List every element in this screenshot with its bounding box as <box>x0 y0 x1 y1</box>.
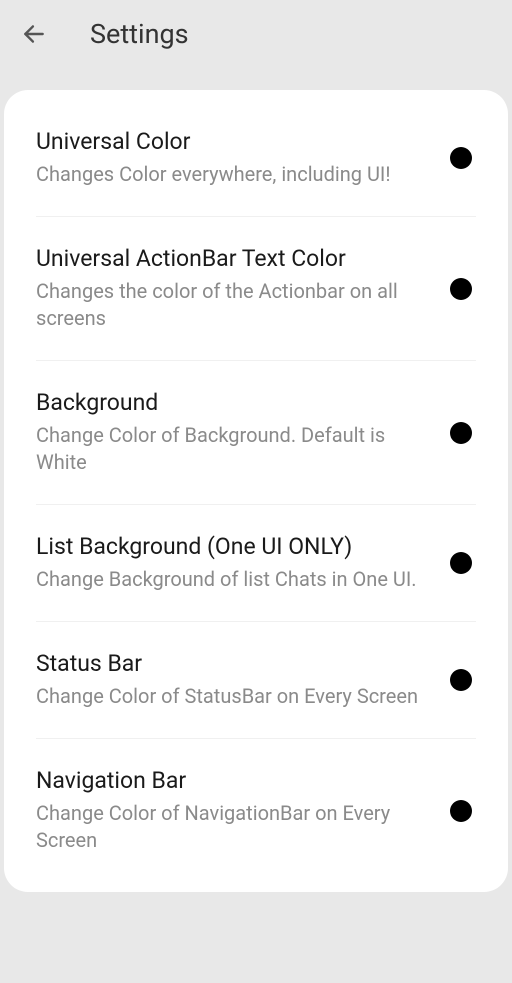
setting-title: Universal Color <box>36 128 430 155</box>
color-swatch <box>450 422 472 444</box>
setting-text: Universal ActionBar Text Color Changes t… <box>36 245 450 332</box>
color-swatch <box>450 147 472 169</box>
setting-text: List Background (One UI ONLY) Change Bac… <box>36 533 450 593</box>
setting-text: Universal Color Changes Color everywhere… <box>36 128 450 188</box>
setting-title: Navigation Bar <box>36 767 430 794</box>
color-swatch <box>450 552 472 574</box>
setting-list-background[interactable]: List Background (One UI ONLY) Change Bac… <box>4 505 508 621</box>
color-swatch <box>450 278 472 300</box>
setting-desc: Change Color of NavigationBar on Every S… <box>36 800 430 854</box>
setting-title: Universal ActionBar Text Color <box>36 245 430 272</box>
setting-desc: Change Color of Background. Default is W… <box>36 422 430 476</box>
setting-title: List Background (One UI ONLY) <box>36 533 430 560</box>
setting-text: Background Change Color of Background. D… <box>36 389 450 476</box>
setting-desc: Changes Color everywhere, including UI! <box>36 161 430 188</box>
header: Settings <box>0 0 512 90</box>
setting-desc: Change Background of list Chats in One U… <box>36 566 430 593</box>
page-title: Settings <box>90 18 189 50</box>
setting-desc: Change Color of StatusBar on Every Scree… <box>36 683 430 710</box>
setting-title: Status Bar <box>36 650 430 677</box>
arrow-left-icon <box>21 21 47 47</box>
setting-text: Navigation Bar Change Color of Navigatio… <box>36 767 450 854</box>
setting-navigation-bar[interactable]: Navigation Bar Change Color of Navigatio… <box>4 739 508 882</box>
color-swatch <box>450 669 472 691</box>
setting-title: Background <box>36 389 430 416</box>
setting-universal-actionbar-text-color[interactable]: Universal ActionBar Text Color Changes t… <box>4 217 508 360</box>
setting-text: Status Bar Change Color of StatusBar on … <box>36 650 450 710</box>
back-button[interactable] <box>20 20 48 48</box>
settings-card: Universal Color Changes Color everywhere… <box>4 90 508 892</box>
setting-background[interactable]: Background Change Color of Background. D… <box>4 361 508 504</box>
color-swatch <box>450 800 472 822</box>
setting-desc: Changes the color of the Actionbar on al… <box>36 278 430 332</box>
setting-universal-color[interactable]: Universal Color Changes Color everywhere… <box>4 100 508 216</box>
setting-status-bar[interactable]: Status Bar Change Color of StatusBar on … <box>4 622 508 738</box>
